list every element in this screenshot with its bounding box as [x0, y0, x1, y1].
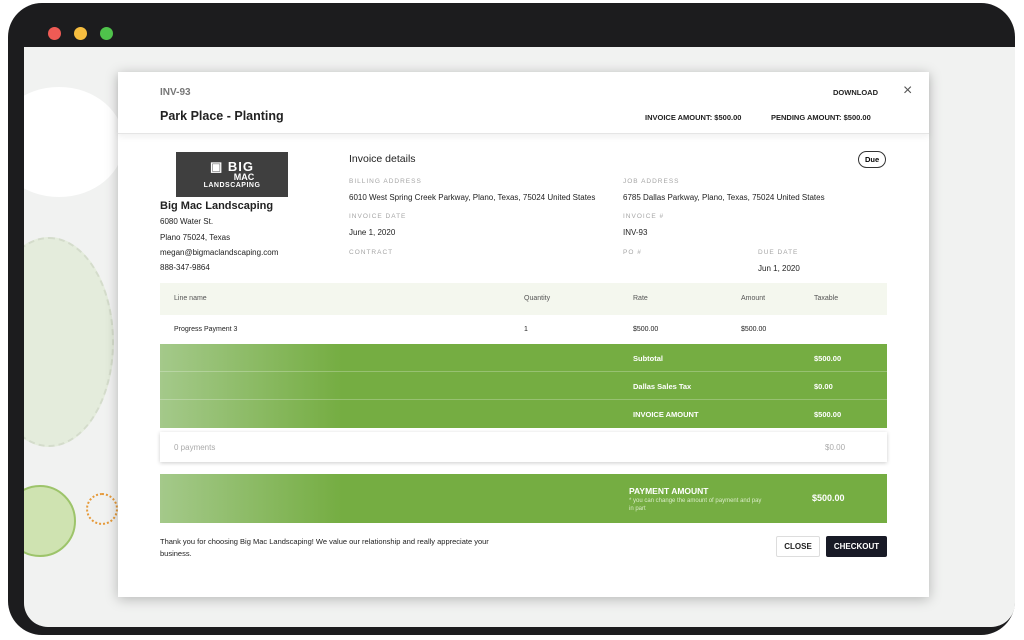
thank-you-message: Thank you for choosing Big Mac Landscapi… — [160, 537, 489, 558]
company-phone: 888-347-9864 — [160, 263, 210, 272]
window-close-dot[interactable] — [48, 27, 61, 40]
download-button[interactable]: DOWNLOAD — [833, 88, 878, 97]
col-rate: Rate — [633, 295, 648, 302]
company-email[interactable]: megan@bigmaclandscaping.com — [160, 248, 278, 257]
invoice-modal: INV-93 Park Place - Planting DOWNLOAD × … — [118, 72, 929, 597]
close-icon[interactable]: × — [903, 82, 912, 100]
decor-shape — [24, 87, 124, 197]
decor-circle — [86, 493, 118, 525]
job-address: 6785 Dallas Parkway, Plano, Texas, 75024… — [623, 193, 825, 202]
close-button[interactable]: CLOSE — [776, 536, 820, 557]
due-date-label: DUE DATE — [758, 249, 799, 256]
company-logo: ▣ BIG MAC LANDSCAPING — [176, 152, 288, 197]
col-amount: Amount — [741, 295, 766, 302]
window-maximize-dot[interactable] — [100, 27, 113, 40]
total-value: $500.00 — [814, 354, 842, 363]
decor-plant — [24, 485, 76, 557]
payments-row[interactable]: 0 payments $0.00 — [160, 432, 887, 462]
col-quantity: Quantity — [524, 295, 551, 302]
page-title: Park Place - Planting — [160, 109, 284, 123]
billing-address: 6010 West Spring Creek Parkway, Plano, T… — [349, 193, 596, 202]
job-address-label: JOB ADDRESS — [623, 178, 680, 185]
rate: $500.00 — [633, 326, 659, 333]
pending-amount-summary: PENDING AMOUNT: $500.00 — [771, 113, 871, 122]
status-badge: Due — [858, 151, 887, 168]
col-taxable: Taxable — [814, 295, 839, 302]
billing-address-label: BILLING ADDRESS — [349, 178, 422, 185]
payment-amount-label: PAYMENT AMOUNT — [629, 486, 709, 496]
payment-amount-value[interactable]: $500.00 — [812, 493, 845, 503]
table-row: Progress Payment 3 1 $500.00 $500.00 — [160, 315, 887, 344]
total-label: Dallas Sales Tax — [633, 382, 692, 391]
decor-shape — [24, 237, 114, 447]
payments-value: $0.00 — [825, 443, 846, 452]
company-city: Plano 75024, Texas — [160, 233, 231, 242]
checkout-button[interactable]: CHECKOUT — [826, 536, 887, 557]
invoice-number-label: INVOICE # — [623, 213, 665, 220]
invoice-amount-row: INVOICE AMOUNT $500.00 — [160, 400, 887, 428]
company-street: 6080 Water St. — [160, 217, 214, 226]
payment-amount-panel: PAYMENT AMOUNT * you can change the amou… — [160, 474, 887, 523]
po-label: PO # — [623, 249, 642, 256]
due-date: Jun 1, 2020 — [758, 264, 800, 273]
table-header: Line name Quantity Rate Amount Taxable — [160, 283, 887, 315]
invoice-details-title: Invoice details — [349, 153, 416, 165]
invoice-date: June 1, 2020 — [349, 228, 396, 237]
payment-note: * you can change the amount of payment a… — [629, 498, 762, 512]
window-minimize-dot[interactable] — [74, 27, 87, 40]
subtotal-row: Subtotal $500.00 — [160, 344, 887, 372]
invoice-id: INV-93 — [160, 87, 191, 98]
modal-header: INV-93 Park Place - Planting DOWNLOAD × … — [118, 72, 929, 134]
invoice-number: INV-93 — [623, 228, 648, 237]
amount: $500.00 — [741, 326, 767, 333]
company-name: Big Mac Landscaping — [160, 200, 274, 212]
tax-row: Dallas Sales Tax $0.00 — [160, 372, 887, 400]
invoice-date-label: INVOICE DATE — [349, 213, 407, 220]
total-label: Subtotal — [633, 354, 663, 363]
total-value: $0.00 — [814, 382, 833, 391]
total-label: INVOICE AMOUNT — [633, 410, 699, 419]
invoice-amount-summary: INVOICE AMOUNT: $500.00 — [645, 113, 742, 122]
totals-panel: Subtotal $500.00 Dallas Sales Tax $0.00 … — [160, 344, 887, 428]
quantity: 1 — [524, 326, 528, 333]
contract-label: CONTRACT — [349, 249, 394, 256]
line-name: Progress Payment 3 — [174, 326, 238, 333]
total-value: $500.00 — [814, 410, 842, 419]
payments-label: 0 payments — [174, 443, 216, 452]
col-line-name: Line name — [174, 295, 207, 302]
